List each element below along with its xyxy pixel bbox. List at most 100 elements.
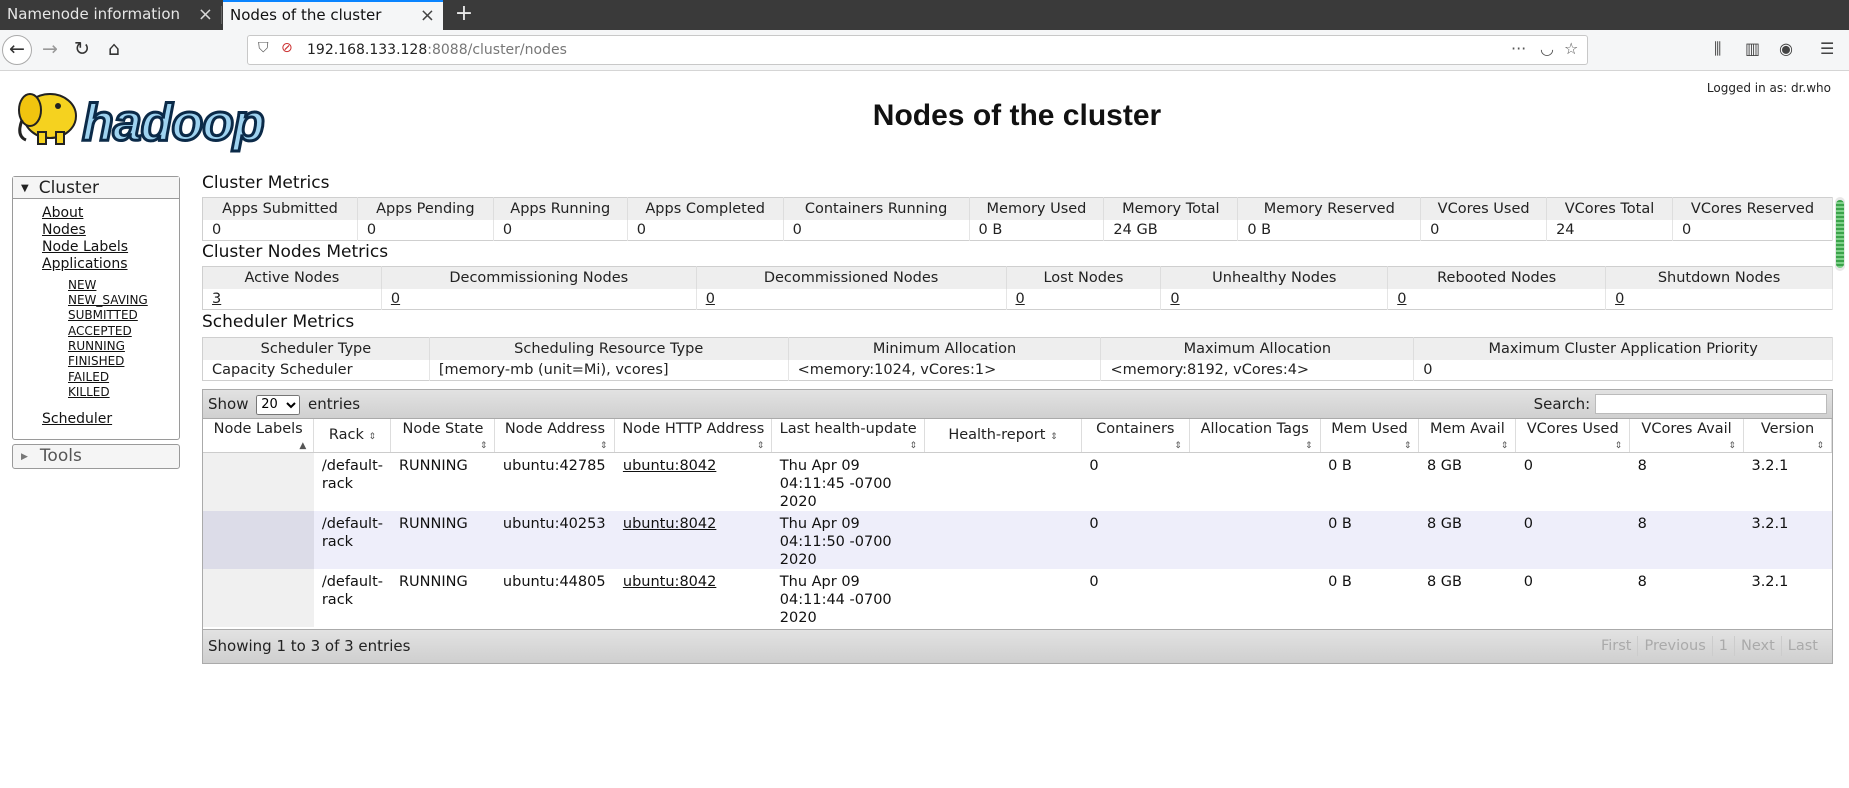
nav-link-scheduler[interactable]: Scheduler xyxy=(42,411,112,427)
rebooted-nodes-link[interactable]: 0 xyxy=(1387,288,1607,310)
col-containers[interactable]: Containers ⇕ xyxy=(1081,419,1190,453)
cell-node-state: RUNNING xyxy=(390,568,495,627)
sidebar-icon[interactable]: ▥ xyxy=(1745,39,1760,58)
col-label: VCores Avail xyxy=(1641,421,1732,437)
cell-value: 0 xyxy=(783,219,970,241)
nav-app-failed[interactable]: FAILED xyxy=(68,370,109,384)
nav-link-nodes[interactable]: Nodes xyxy=(42,222,86,238)
tab-namenode-information[interactable]: Namenode information × xyxy=(0,0,221,30)
shutdown-nodes-link[interactable]: 0 xyxy=(1605,288,1833,310)
search-label: Search: xyxy=(1533,395,1591,413)
insecure-lock-icon[interactable]: ⊘ xyxy=(281,40,293,56)
col-label: Node Address xyxy=(504,421,606,437)
nav-app-killed[interactable]: KILLED xyxy=(68,385,110,399)
nav-app-new[interactable]: NEW xyxy=(68,278,96,292)
nav-app-submitted[interactable]: SUBMITTED xyxy=(68,308,138,322)
col-decommissioned-nodes: Decommissioned Nodes xyxy=(696,266,1007,289)
decommissioning-nodes-link[interactable]: 0 xyxy=(381,288,697,310)
close-icon[interactable]: × xyxy=(198,0,213,29)
active-nodes-link[interactable]: 3 xyxy=(202,288,382,310)
nav-link-node-labels[interactable]: Node Labels xyxy=(42,239,128,255)
cell-allocation-tags xyxy=(1189,510,1321,569)
col-mem-avail[interactable]: Mem Avail ⇕ xyxy=(1418,419,1517,453)
nav-app-finished[interactable]: FINISHED xyxy=(68,354,124,368)
pager-page-1[interactable]: 1 xyxy=(1711,636,1734,656)
home-icon[interactable]: ⌂ xyxy=(99,34,129,64)
nav-app-new-saving[interactable]: NEW_SAVING xyxy=(68,293,148,307)
pocket-icon[interactable]: ◡ xyxy=(1540,39,1554,58)
col-health-report[interactable]: Health-report ⇕ xyxy=(924,419,1082,453)
scrollbar-thumb[interactable] xyxy=(1836,200,1844,268)
menu-icon[interactable]: ☰ xyxy=(1820,39,1834,58)
col-mem-used[interactable]: Mem Used ⇕ xyxy=(1320,419,1420,453)
col-vcores-avail[interactable]: VCores Avail ⇕ xyxy=(1629,419,1744,453)
nav-link-about[interactable]: About xyxy=(42,205,83,221)
bookmark-star-icon[interactable]: ☆ xyxy=(1564,39,1578,58)
cell-rack: /default-rack xyxy=(313,568,391,627)
tab-bar: Namenode information × Nodes of the clus… xyxy=(0,0,1849,30)
col-apps-pending: Apps Pending xyxy=(357,197,494,220)
page-title: Nodes of the cluster xyxy=(872,99,1162,132)
pager-last[interactable]: Last xyxy=(1780,636,1824,656)
col-vcores-total: VCores Total xyxy=(1546,197,1673,220)
cell-node-address: ubuntu:44805 xyxy=(494,568,615,627)
cell-last-health-update: Thu Apr 09 04:11:45 -0700 2020 xyxy=(771,452,925,511)
reload-icon[interactable]: ↻ xyxy=(67,34,97,64)
nav-app-accepted[interactable]: ACCEPTED xyxy=(68,324,132,338)
col-memory-used: Memory Used xyxy=(969,197,1105,220)
new-tab-icon[interactable]: + xyxy=(452,0,476,30)
back-icon[interactable]: ← xyxy=(2,35,32,65)
table-row: /default-rack RUNNING ubuntu:42785 ubunt… xyxy=(203,452,1832,511)
cell-node-address: ubuntu:40253 xyxy=(494,510,615,569)
collapse-triangle-icon: ▼ xyxy=(21,183,29,194)
col-label: VCores Used xyxy=(1526,421,1619,437)
sort-both-icon: ⇕ xyxy=(1403,440,1412,451)
col-vcores-used[interactable]: VCores Used ⇕ xyxy=(1515,419,1631,453)
sort-both-icon: ⇕ xyxy=(1050,432,1058,443)
sort-both-icon: ⇕ xyxy=(479,440,488,451)
nav-link-applications[interactable]: Applications xyxy=(42,256,128,272)
cell-last-health-update: Thu Apr 09 04:11:50 -0700 2020 xyxy=(771,510,925,569)
pager-next[interactable]: Next xyxy=(1734,636,1781,656)
col-node-labels[interactable]: Node Labels ▲ xyxy=(203,419,315,453)
cell-containers: 0 xyxy=(1081,510,1190,569)
col-node-state[interactable]: Node State ⇕ xyxy=(390,419,496,453)
cell-vcores-used: 0 xyxy=(1515,510,1630,569)
library-icon[interactable]: ⫼ xyxy=(1714,39,1721,59)
col-node-http-address[interactable]: Node HTTP Address ⇕ xyxy=(614,419,773,453)
search-input[interactable] xyxy=(1595,393,1827,414)
nav-app-running[interactable]: RUNNING xyxy=(68,339,125,353)
cluster-metrics-table: Apps Submitted Apps Pending Apps Running… xyxy=(202,197,1834,241)
decommissioned-nodes-link[interactable]: 0 xyxy=(696,288,1007,310)
scrollbar[interactable] xyxy=(1835,197,1845,271)
forward-icon[interactable]: → xyxy=(35,34,65,64)
shield-icon[interactable]: ⛉ xyxy=(258,40,269,56)
page-actions-icon[interactable]: ··· xyxy=(1511,39,1526,58)
col-rack[interactable]: Rack ⇕ xyxy=(313,419,392,453)
tab-nodes-of-the-cluster[interactable]: Nodes of the cluster × xyxy=(223,0,443,30)
col-last-health-update[interactable]: Last health-update ⇕ xyxy=(771,419,926,453)
cell-node-labels xyxy=(203,568,314,627)
cell-node-labels xyxy=(203,510,314,569)
col-label: Version xyxy=(1760,421,1815,437)
node-http-link[interactable]: ubuntu:8042 xyxy=(623,516,716,532)
col-version[interactable]: Version ⇕ xyxy=(1743,419,1833,453)
close-icon[interactable]: × xyxy=(420,2,435,29)
tools-nav-header[interactable]: ▶ Tools xyxy=(12,444,180,469)
datatable-toolbar: Show 20 entries Search: xyxy=(203,390,1832,419)
address-bar[interactable]: ⛉ ⊘ 192.168.133.128:8088/cluster/nodes ·… xyxy=(247,35,1588,65)
unhealthy-nodes-link[interactable]: 0 xyxy=(1160,288,1389,310)
cell-allocation-tags xyxy=(1189,568,1321,627)
node-http-link[interactable]: ubuntu:8042 xyxy=(623,458,716,474)
pager-first[interactable]: First xyxy=(1595,636,1638,656)
pager-previous[interactable]: Previous xyxy=(1637,636,1711,656)
node-http-link[interactable]: ubuntu:8042 xyxy=(623,574,716,590)
lost-nodes-link[interactable]: 0 xyxy=(1006,288,1162,310)
cluster-nav-header[interactable]: ▼ Cluster xyxy=(13,177,179,199)
col-memory-reserved: Memory Reserved xyxy=(1237,197,1422,220)
entries-select[interactable]: 20 xyxy=(256,394,301,415)
cell-version: 3.2.1 xyxy=(1743,568,1832,627)
col-allocation-tags[interactable]: Allocation Tags ⇕ xyxy=(1189,419,1321,453)
account-icon[interactable]: ◉ xyxy=(1779,39,1793,58)
col-node-address[interactable]: Node Address ⇕ xyxy=(494,419,616,453)
